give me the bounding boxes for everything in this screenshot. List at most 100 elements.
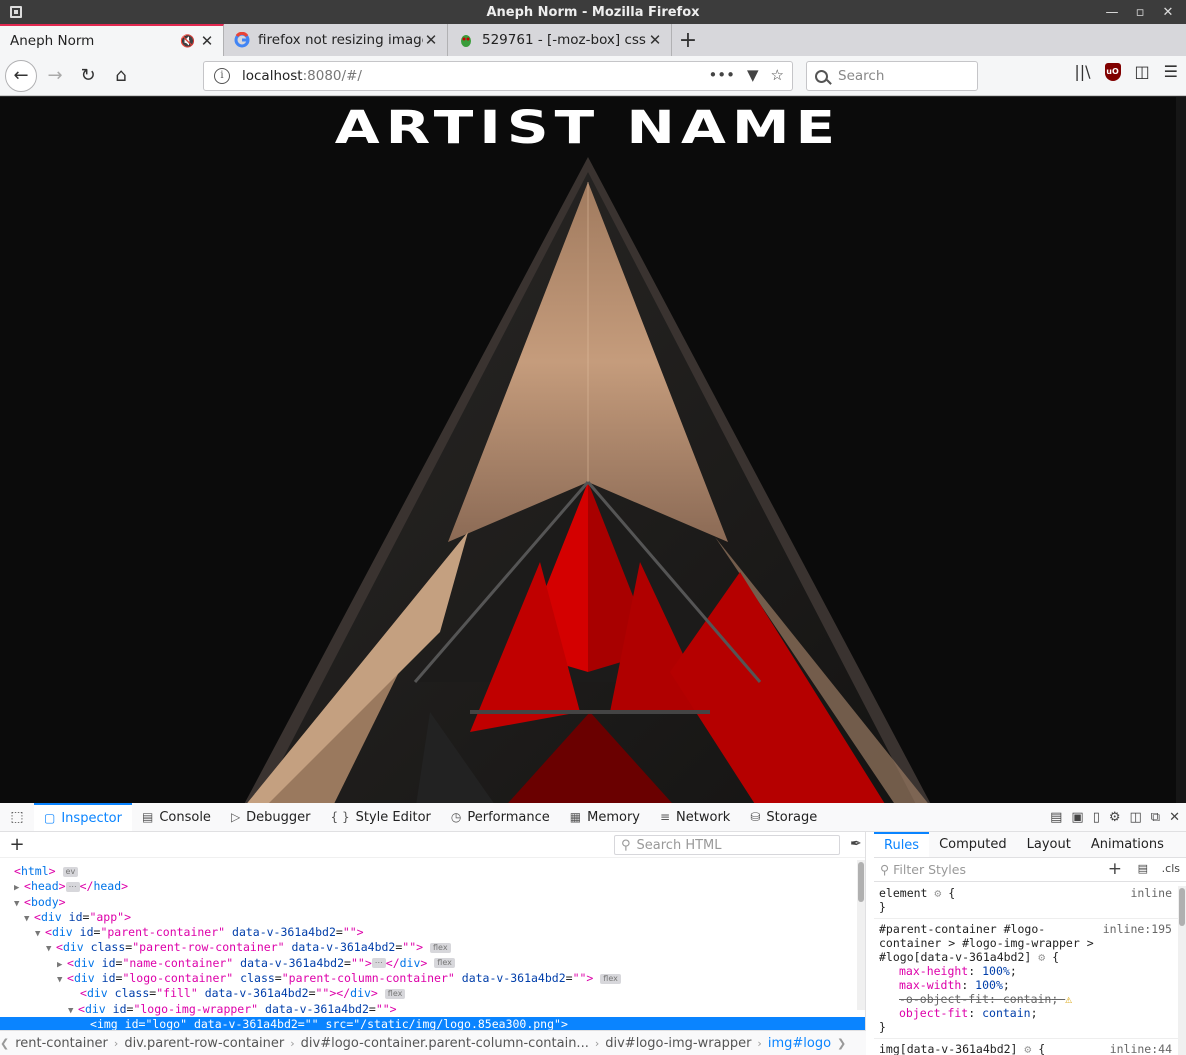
markup-view: + ⚲ Search HTML ✒ <html> ev ▶ <head> ⋯ </he… — [0, 832, 866, 1055]
pseudo-class-toggle-icon[interactable]: ▤ — [1138, 862, 1148, 875]
tree-node-logo-img-wrapper[interactable]: ▼ <div id="logo-img-wrapper" data-v-361a4… — [0, 1002, 865, 1017]
css-property-overridden[interactable]: -o-object-fit: contain; ⚠ — [879, 992, 1181, 1006]
tab-rules[interactable]: Rules — [874, 832, 930, 857]
flex-badge[interactable]: flex — [600, 973, 621, 984]
dom-tree: <html> ev ▶ <head> ⋯ </head> ▼ <body> ▼ <div … — [0, 858, 865, 1033]
undock-icon[interactable]: ⧉ — [1151, 810, 1160, 825]
tab-aneph-norm[interactable]: Aneph Norm 🔇 ✕ — [0, 24, 224, 56]
reload-button[interactable]: ↻ — [73, 61, 103, 91]
flex-badge[interactable]: flex — [434, 958, 455, 969]
close-devtools-icon[interactable]: ✕ — [1169, 810, 1180, 825]
home-button[interactable]: ⌂ — [106, 61, 136, 91]
back-button[interactable]: ← — [5, 59, 37, 92]
tree-node-html[interactable]: <html> ev — [0, 864, 865, 879]
scratchpad-icon[interactable]: ▣ — [1071, 810, 1083, 825]
element-picker-icon[interactable]: ⬚ — [0, 803, 34, 831]
search-placeholder: Search — [838, 68, 885, 84]
tab-bugzilla-529761[interactable]: 529761 - [-moz-box] css ✕ — [448, 24, 672, 56]
eyedropper-icon[interactable]: ✒ — [850, 836, 862, 852]
event-badge[interactable]: ev — [62, 866, 79, 877]
devtools-panel: ⬚ ▢ Inspector ▤ Console ▷ Debugger { } Style… — [0, 803, 1186, 1055]
logo-image — [244, 157, 931, 803]
css-property[interactable]: max-width: 100%; — [879, 978, 1181, 992]
tab-muted-icon[interactable]: 🔇 — [180, 34, 195, 48]
tree-node-parent-container[interactable]: ▼ <div id="parent-container" data-v-361a4… — [0, 925, 865, 940]
tab-close-icon[interactable]: ✕ — [423, 31, 439, 49]
tab-animations[interactable]: Animations — [1081, 832, 1174, 857]
rules-scrollbar[interactable] — [1178, 886, 1186, 1055]
minimize-icon[interactable]: — — [1100, 0, 1124, 24]
site-info-icon[interactable]: i — [214, 68, 230, 84]
forward-button[interactable]: → — [40, 61, 70, 91]
hamburger-menu-icon[interactable]: ☰ — [1164, 62, 1178, 81]
tab-computed[interactable]: Computed — [929, 832, 1017, 857]
dock-side-icon[interactable]: ◫ — [1130, 810, 1142, 825]
library-icon[interactable]: ||\ — [1074, 62, 1090, 81]
css-property[interactable]: object-fit: contain; — [879, 1006, 1181, 1020]
responsive-mode-icon[interactable]: ▯ — [1093, 810, 1100, 825]
tab-storage[interactable]: ⛁ Storage — [740, 803, 827, 831]
maximize-icon[interactable]: ▫ — [1128, 0, 1152, 24]
cls-toggle-button[interactable]: .cls — [1162, 862, 1180, 875]
debugger-icon: ▷ — [230, 810, 241, 824]
google-favicon-icon — [234, 32, 250, 48]
url-bar[interactable]: i localhost:8080/#/ ••• ▼ ☆ — [203, 61, 793, 91]
settings-gear-icon[interactable]: ⚙ — [1109, 810, 1121, 825]
split-console-icon[interactable]: ▤ — [1050, 810, 1062, 825]
tab-close-icon[interactable]: ✕ — [647, 31, 663, 49]
tab-console[interactable]: ▤ Console — [132, 803, 221, 831]
pocket-icon[interactable]: ▼ — [747, 66, 759, 84]
tree-node-parent-row-container[interactable]: ▼ <div class="parent-row-container" data-… — [0, 940, 865, 955]
artist-name-heading: ARTIST NAME — [334, 101, 842, 155]
tab-debugger[interactable]: ▷ Debugger — [221, 803, 321, 831]
breadcrumb-item[interactable]: div#logo-img-wrapper — [599, 1036, 757, 1051]
breadcrumb-item[interactable]: div#logo-container.parent-column-contain… — [295, 1036, 595, 1051]
warning-icon[interactable]: ⚠ — [1065, 992, 1072, 1006]
bookmark-star-icon[interactable]: ☆ — [771, 66, 784, 84]
add-rule-button[interactable]: + — [1108, 859, 1122, 879]
rule-source-link[interactable]: inline:195 — [1103, 922, 1172, 936]
flex-badge[interactable]: flex — [384, 988, 406, 999]
page-actions-icon[interactable]: ••• — [708, 66, 735, 84]
bugzilla-favicon-icon — [458, 32, 474, 48]
search-html-input[interactable]: ⚲ Search HTML — [614, 835, 840, 855]
tree-node-logo-container[interactable]: ▼ <div id="logo-container" class="parent-… — [0, 971, 865, 986]
flex-badge[interactable]: flex — [430, 942, 451, 953]
rule-logo-selector: inline:195 #parent-container #logo-conta… — [879, 922, 1172, 964]
close-window-icon[interactable]: ✕ — [1156, 0, 1180, 24]
tab-layout[interactable]: Layout — [1017, 832, 1081, 857]
breadcrumb-scroll-right-icon[interactable]: ❯ — [837, 1037, 846, 1050]
rule-source-link[interactable]: inline:44 — [1110, 1042, 1172, 1055]
breadcrumb-item[interactable]: rent-container — [9, 1036, 114, 1051]
tab-style-editor[interactable]: { } Style Editor — [321, 803, 441, 831]
tab-inspector[interactable]: ▢ Inspector — [34, 803, 132, 831]
url-path: :8080/#/ — [302, 68, 362, 84]
tree-node-app[interactable]: ▼ <div id="app"> — [0, 910, 865, 925]
ublock-origin-icon[interactable]: uO — [1104, 62, 1121, 81]
tree-node-body[interactable]: ▼ <body> — [0, 895, 865, 910]
css-property[interactable]: max-height: 100%; — [879, 964, 1181, 978]
breadcrumb-item-selected[interactable]: img#logo — [762, 1036, 837, 1051]
add-node-button[interactable]: + — [0, 834, 34, 855]
tab-network[interactable]: ≡ Network — [650, 803, 740, 831]
search-input[interactable]: Search — [806, 61, 978, 91]
gear-icon[interactable]: ⚙ — [1024, 1042, 1031, 1055]
tab-close-icon[interactable]: ✕ — [199, 32, 215, 50]
breadcrumb-scroll-left-icon[interactable]: ❮ — [0, 1037, 9, 1050]
tree-node-fill[interactable]: <div class="fill" data-v-361a4bd2=""></d… — [0, 986, 865, 1001]
tree-node-name-container[interactable]: ▶ <div id="name-container" data-v-361a4bd… — [0, 956, 865, 971]
tree-node-head[interactable]: ▶ <head> ⋯ </head> — [0, 879, 865, 894]
gear-icon[interactable]: ⚙ — [934, 886, 941, 900]
breadcrumb-item[interactable]: div.parent-row-container — [118, 1036, 290, 1051]
sidebar-icon[interactable]: ◫ — [1135, 62, 1150, 81]
tab-performance[interactable]: ◷ Performance — [441, 803, 560, 831]
new-tab-button[interactable]: + — [672, 24, 704, 56]
tab-firefox-not-resizing[interactable]: firefox not resizing image ✕ — [224, 24, 448, 56]
tab-memory[interactable]: ▦ Memory — [560, 803, 650, 831]
memory-icon: ▦ — [569, 810, 582, 824]
filter-styles-input[interactable]: ⚲ Filter Styles + ▤ .cls — [874, 858, 1186, 882]
gear-icon[interactable]: ⚙ — [1038, 950, 1045, 964]
window-menu-icon[interactable] — [10, 6, 22, 18]
markup-scrollbar[interactable] — [857, 860, 865, 1010]
rule-source-link[interactable]: inline — [1130, 886, 1172, 900]
